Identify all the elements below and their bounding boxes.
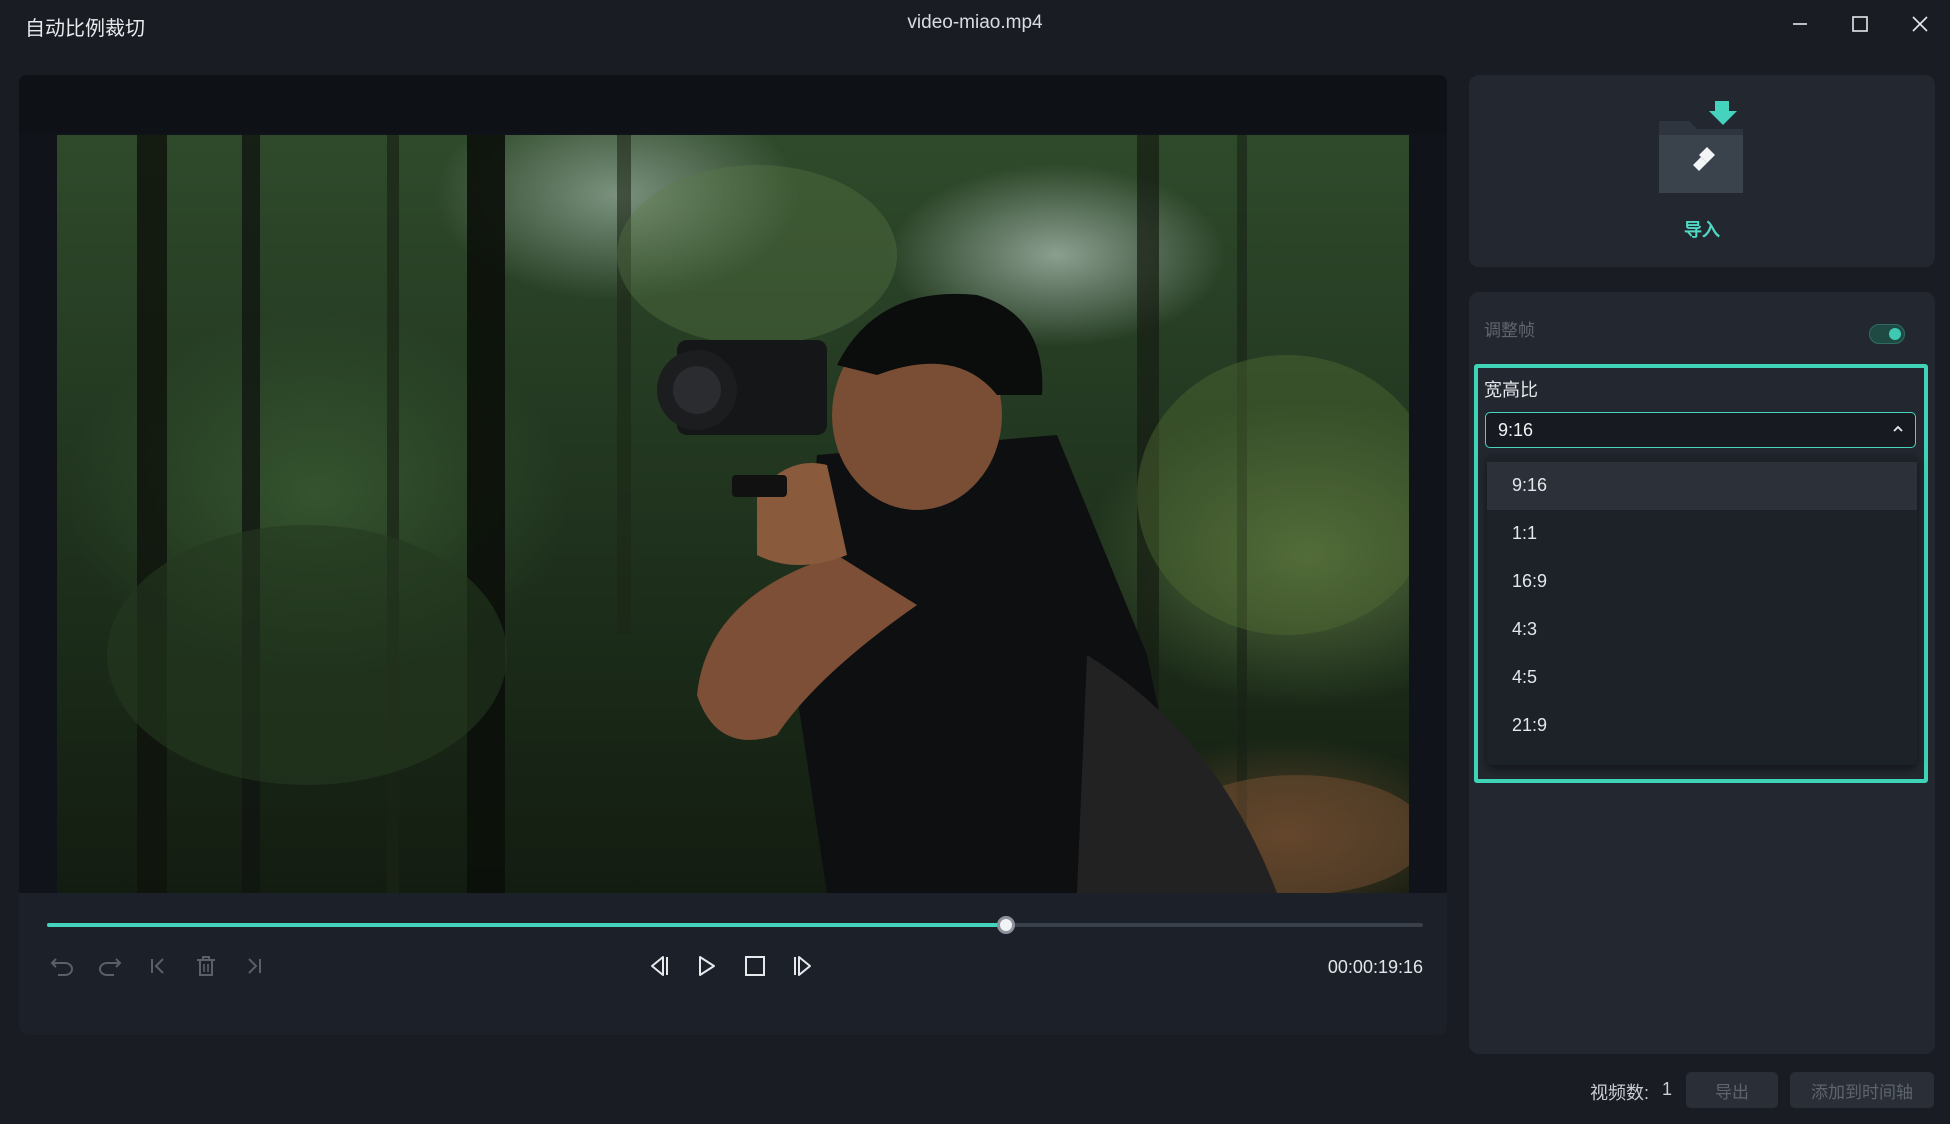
file-name: video-miao.mp4 — [907, 12, 1043, 33]
redo-icon — [99, 958, 122, 976]
progress-bar[interactable] — [47, 916, 1423, 934]
redo-button[interactable] — [93, 949, 127, 983]
progress-fill — [47, 923, 1007, 927]
aspect-ratio-select[interactable]: 9:16 — [1485, 412, 1916, 448]
title-bar: 自动比例裁切 video-miao.mp4 — [0, 0, 1950, 48]
toggle-knob — [1889, 328, 1901, 340]
adjust-frame-label: 调整帧 — [1484, 321, 1535, 340]
stop-button[interactable] — [738, 949, 772, 983]
jump-to-start-button[interactable] — [141, 949, 175, 983]
video-preview[interactable] — [57, 135, 1409, 893]
next-frame-button[interactable] — [787, 949, 821, 983]
maximize-icon — [1852, 16, 1868, 32]
previous-frame-icon — [651, 956, 668, 976]
close-button[interactable] — [1902, 8, 1938, 40]
jump-to-end-icon — [248, 958, 261, 974]
play-icon — [699, 956, 715, 976]
jump-to-start-icon — [151, 958, 164, 974]
dropdown-option-21-9[interactable]: 21:9 — [1487, 702, 1917, 750]
dropdown-option-9-16[interactable]: 9:16 — [1487, 462, 1917, 510]
minimize-icon — [1793, 23, 1807, 25]
video-frame-image — [107, 135, 1409, 893]
dropdown-option-4-3[interactable]: 4:3 — [1487, 606, 1917, 654]
timecode: 00:00:19:16 — [1327, 957, 1423, 977]
aspect-ratio-label: 宽高比 — [1484, 380, 1538, 400]
close-icon — [1912, 16, 1928, 32]
export-button[interactable]: 导出 — [1686, 1072, 1778, 1108]
previous-frame-button[interactable] — [641, 949, 675, 983]
dropdown-option-1-1[interactable]: 1:1 — [1487, 510, 1917, 558]
stop-icon — [745, 956, 765, 976]
delete-button[interactable] — [189, 949, 223, 983]
chevron-up-icon — [1893, 425, 1903, 432]
progress-knob[interactable] — [997, 916, 1016, 934]
add-to-timeline-button[interactable]: 添加到时间轴 — [1790, 1072, 1934, 1108]
video-count-label: 视频数: — [1590, 1083, 1650, 1103]
undo-icon — [50, 958, 73, 976]
aspect-ratio-selected-value: 9:16 — [1498, 420, 1534, 440]
dropdown-option-16-9[interactable]: 16:9 — [1487, 558, 1917, 606]
preview-top-strip — [19, 75, 1447, 133]
jump-to-end-button[interactable] — [237, 949, 271, 983]
delete-icon — [197, 956, 215, 976]
player-controls: 00:00:19:16 — [19, 893, 1447, 1035]
video-count-value: 1 — [1662, 1079, 1673, 1099]
adjust-frame-toggle[interactable] — [1869, 324, 1905, 344]
play-button[interactable] — [690, 949, 724, 983]
import-label: 导入 — [1684, 220, 1720, 240]
aspect-ratio-dropdown: 9:16 1:1 16:9 4:3 4:5 21:9 — [1487, 455, 1917, 765]
maximize-button[interactable] — [1842, 8, 1878, 40]
import-folder-icon — [1659, 101, 1743, 193]
undo-button[interactable] — [45, 949, 79, 983]
import-card[interactable]: 导入 — [1469, 75, 1935, 267]
minimize-button[interactable] — [1782, 8, 1818, 40]
next-frame-icon — [794, 956, 811, 976]
dropdown-option-4-5[interactable]: 4:5 — [1487, 654, 1917, 702]
preview-panel: 00:00:19:16 — [19, 75, 1447, 1035]
